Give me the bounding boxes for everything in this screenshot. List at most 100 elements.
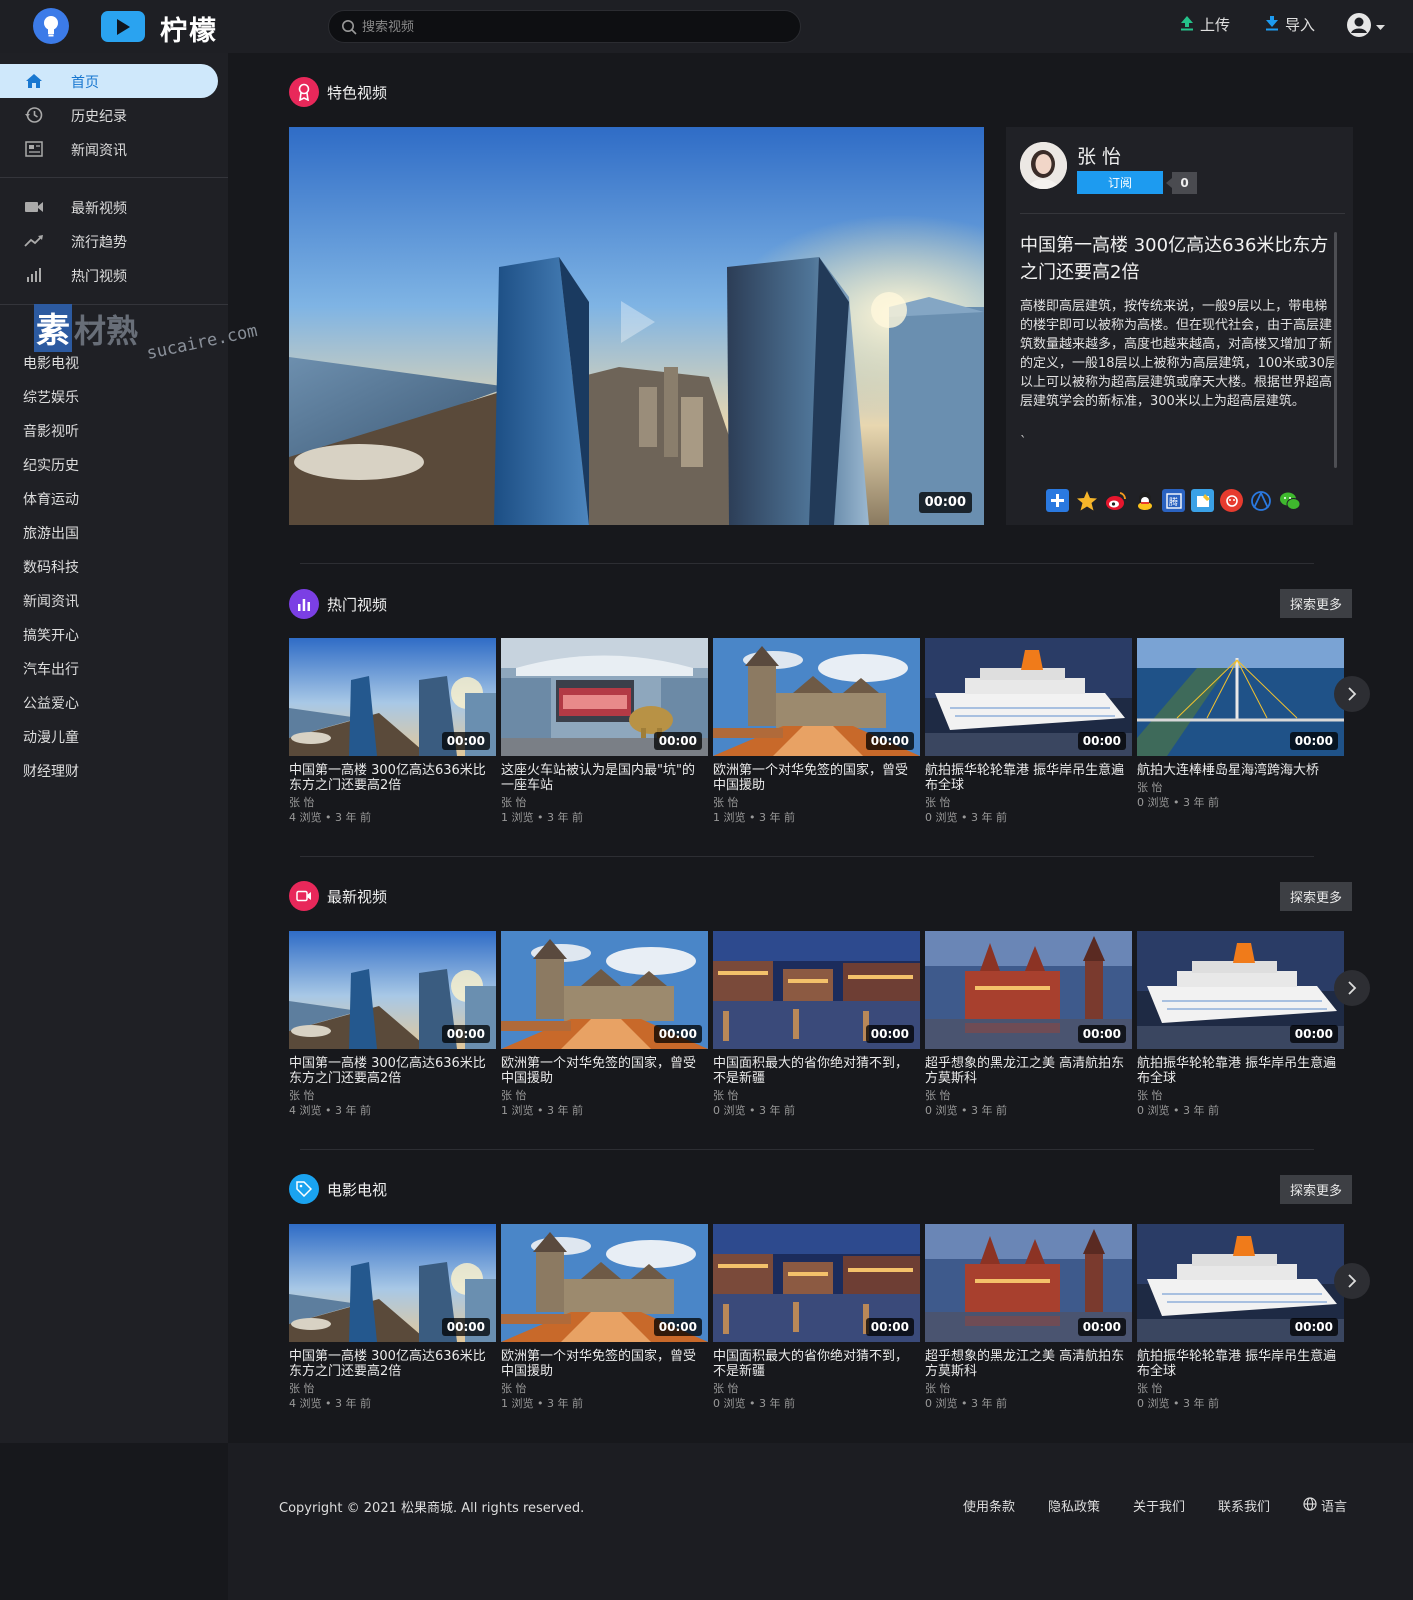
category-news[interactable]: 新闻资讯	[23, 591, 79, 611]
category-sports[interactable]: 体育运动	[23, 489, 79, 509]
category-finance[interactable]: 财经理财	[23, 761, 79, 781]
footer-link-about[interactable]: 关于我们	[1133, 1496, 1185, 1515]
video-author[interactable]: 张 怡	[501, 1087, 527, 1103]
explore-more-button[interactable]: 探索更多	[1280, 589, 1352, 618]
renren-icon[interactable]	[1220, 489, 1243, 512]
video-author[interactable]: 张 怡	[501, 794, 527, 810]
video-thumbnail[interactable]: 00:00	[925, 1224, 1132, 1342]
tencent-weibo-icon[interactable]: 腾	[1162, 489, 1185, 512]
video-thumbnail[interactable]: 00:00	[501, 638, 708, 756]
video-thumbnail[interactable]: 00:00	[1137, 638, 1344, 756]
footer-link-contact[interactable]: 联系我们	[1218, 1496, 1270, 1515]
video-thumbnail[interactable]: 00:00	[289, 931, 496, 1049]
video-author[interactable]: 张 怡	[289, 1087, 315, 1103]
video-thumbnail[interactable]: 00:00	[1137, 931, 1344, 1049]
video-title[interactable]: 超乎想象的黑龙江之美 高清航拍东方莫斯科	[925, 1349, 1130, 1379]
language-selector[interactable]: 语言	[1303, 1496, 1347, 1515]
featured-title[interactable]: 中国第一高楼 300亿高达636米比东方之门还要高2倍	[1020, 232, 1330, 286]
note-icon[interactable]	[1191, 489, 1214, 512]
sidebar-item-trending[interactable]: 流行趋势	[0, 224, 218, 258]
footer-link-terms[interactable]: 使用条款	[963, 1496, 1015, 1515]
video-thumbnail[interactable]: 00:00	[501, 931, 708, 1049]
video-title[interactable]: 中国面积最大的省你绝对猜不到，不是新疆	[713, 1349, 918, 1379]
user-menu-button[interactable]	[1346, 12, 1385, 42]
category-auto[interactable]: 汽车出行	[23, 659, 79, 679]
sidebar-item-home[interactable]: 首页	[0, 64, 218, 98]
video-title[interactable]: 超乎想象的黑龙江之美 高清航拍东方莫斯科	[925, 1056, 1130, 1086]
category-charity[interactable]: 公益爱心	[23, 693, 79, 713]
qq-icon[interactable]	[1133, 489, 1156, 512]
video-thumbnail[interactable]: 00:00	[713, 1224, 920, 1342]
brand-name[interactable]: 柠檬	[160, 9, 218, 48]
wechat-icon[interactable]	[1278, 489, 1301, 512]
weibo-icon[interactable]	[1104, 489, 1127, 512]
video-title[interactable]: 航拍振华轮轮靠港 振华岸吊生意遍布全球	[1137, 1056, 1342, 1086]
video-thumbnail[interactable]: 00:00	[289, 1224, 496, 1342]
subscribe-button[interactable]: 订阅	[1077, 171, 1163, 194]
lightbulb-icon[interactable]	[33, 8, 69, 44]
video-thumbnail[interactable]: 00:00	[289, 638, 496, 756]
sidebar-item-news[interactable]: 新闻资讯	[0, 132, 218, 166]
video-thumbnail[interactable]: 00:00	[713, 931, 920, 1049]
video-author[interactable]: 张 怡	[1137, 1380, 1163, 1396]
sidebar-item-history[interactable]: 历史纪录	[0, 98, 218, 132]
video-title[interactable]: 航拍大连棒棰岛星海湾跨海大桥	[1137, 763, 1342, 778]
video-thumbnail[interactable]: 00:00	[925, 931, 1132, 1049]
video-title[interactable]: 航拍振华轮轮靠港 振华岸吊生意遍布全球	[925, 763, 1130, 793]
category-kids[interactable]: 动漫儿童	[23, 727, 79, 747]
search-box[interactable]	[328, 10, 801, 43]
category-audio-video[interactable]: 音影视听	[23, 421, 79, 441]
favorite-star-icon[interactable]	[1075, 489, 1098, 512]
video-thumbnail[interactable]: 00:00	[1137, 1224, 1344, 1342]
import-button[interactable]: 导入	[1265, 14, 1315, 35]
video-author[interactable]: 张 怡	[713, 1380, 739, 1396]
category-travel[interactable]: 旅游出国	[23, 523, 79, 543]
category-funny[interactable]: 搞笑开心	[23, 625, 79, 645]
video-title[interactable]: 欧洲第一个对华免签的国家，曾受中国援助	[501, 1349, 706, 1379]
video-title[interactable]: 中国第一高楼 300亿高达636米比东方之门还要高2倍	[289, 1349, 494, 1379]
video-author[interactable]: 张 怡	[501, 1380, 527, 1396]
description-scrollbar[interactable]	[1334, 232, 1337, 468]
video-thumbnail[interactable]: 00:00	[925, 638, 1132, 756]
video-title[interactable]: 这座火车站被认为是国内最"坑"的一座车站	[501, 763, 706, 793]
sidebar-item-popular[interactable]: 热门视频	[0, 258, 218, 292]
upload-button[interactable]: 上传	[1180, 14, 1230, 35]
video-thumbnail[interactable]: 00:00	[713, 638, 920, 756]
video-author[interactable]: 张 怡	[1137, 1087, 1163, 1103]
video-title[interactable]: 中国面积最大的省你绝对猜不到，不是新疆	[713, 1056, 918, 1086]
video-author[interactable]: 张 怡	[925, 1087, 951, 1103]
logo-play-icon[interactable]	[101, 11, 145, 42]
sidebar-item-latest[interactable]: 最新视频	[0, 190, 218, 224]
category-documentary[interactable]: 纪实历史	[23, 455, 79, 475]
video-title[interactable]: 中国第一高楼 300亿高达636米比东方之门还要高2倍	[289, 763, 494, 793]
kaixin-icon[interactable]	[1249, 489, 1272, 512]
next-arrow-button[interactable]	[1334, 676, 1370, 712]
video-author[interactable]: 张 怡	[289, 794, 315, 810]
video-author[interactable]: 张 怡	[925, 794, 951, 810]
search-input[interactable]	[362, 16, 782, 38]
video-title[interactable]: 航拍振华轮轮靠港 振华岸吊生意遍布全球	[1137, 1349, 1342, 1379]
video-title[interactable]: 欧洲第一个对华免签的国家，曾受中国援助	[713, 763, 918, 793]
category-tech[interactable]: 数码科技	[23, 557, 79, 577]
video-author[interactable]: 张 怡	[1137, 779, 1163, 795]
explore-more-button[interactable]: 探索更多	[1280, 1175, 1352, 1204]
next-arrow-button[interactable]	[1334, 970, 1370, 1006]
next-arrow-button[interactable]	[1334, 1263, 1370, 1299]
author-avatar[interactable]	[1020, 142, 1067, 189]
video-author[interactable]: 张 怡	[713, 1087, 739, 1103]
video-thumbnail[interactable]: 00:00	[501, 1224, 708, 1342]
footer-link-privacy[interactable]: 隐私政策	[1048, 1496, 1100, 1515]
section-divider	[300, 1149, 1314, 1150]
video-author[interactable]: 张 怡	[289, 1380, 315, 1396]
video-author[interactable]: 张 怡	[713, 794, 739, 810]
explore-more-button[interactable]: 探索更多	[1280, 882, 1352, 911]
featured-video-player[interactable]: 00:00	[289, 127, 984, 525]
play-icon[interactable]	[619, 299, 657, 349]
share-plus-icon[interactable]	[1046, 489, 1069, 512]
author-name[interactable]: 张 怡	[1077, 142, 1121, 169]
video-title[interactable]: 欧洲第一个对华免签的国家，曾受中国援助	[501, 1056, 706, 1086]
video-author[interactable]: 张 怡	[925, 1380, 951, 1396]
category-variety[interactable]: 综艺娱乐	[23, 387, 79, 407]
video-title[interactable]: 中国第一高楼 300亿高达636米比东方之门还要高2倍	[289, 1056, 494, 1086]
bar-chart-icon	[289, 589, 319, 619]
